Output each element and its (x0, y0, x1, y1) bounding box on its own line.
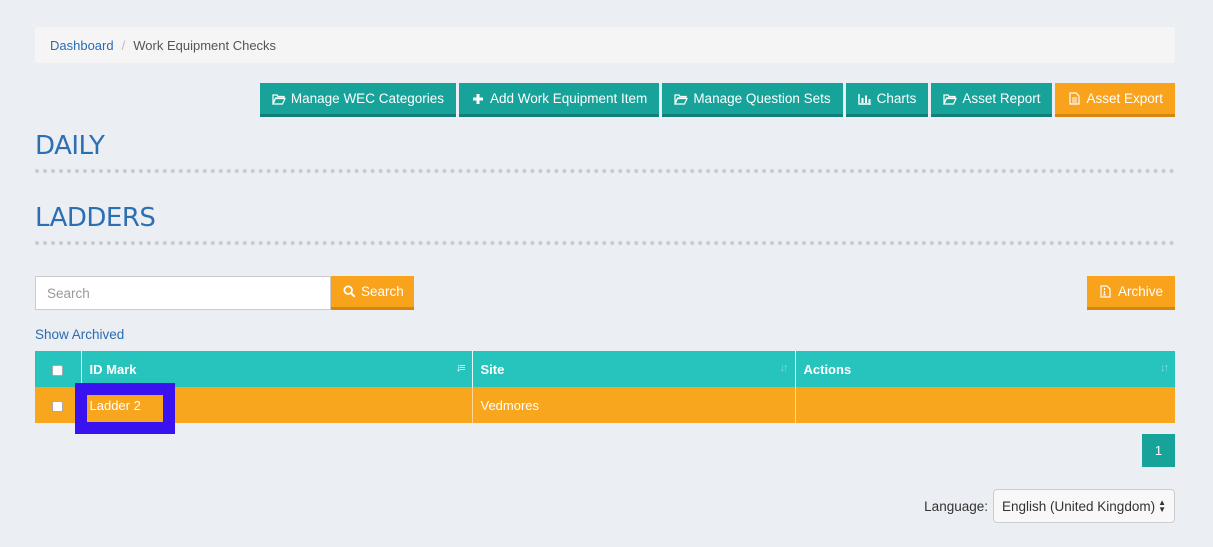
search-input[interactable] (35, 276, 331, 310)
section-title-ladders: LADDERS (35, 203, 156, 233)
plus-icon (471, 92, 485, 106)
manage-wec-categories-button[interactable]: Manage WEC Categories (259, 83, 456, 117)
folder-open-icon (271, 92, 286, 106)
file-archive-icon (1099, 285, 1113, 299)
charts-label: Charts (876, 91, 917, 106)
column-header-label: Site (480, 361, 505, 377)
sort-icon: ↓↑ (779, 362, 789, 374)
section-divider (35, 241, 1175, 245)
breadcrumb: Dashboard / Work Equipment Checks (35, 27, 1175, 63)
column-header-label: ID Mark (89, 361, 137, 377)
file-text-icon (1067, 92, 1081, 106)
search-button-label: Search (361, 284, 404, 299)
manage-wec-categories-label: Manage WEC Categories (290, 91, 444, 106)
row-checkbox[interactable] (52, 400, 64, 412)
select-all-header (35, 351, 82, 387)
folder-open-icon (674, 92, 689, 106)
language-label: Language: (924, 498, 988, 514)
ladders-table: ID Mark ↓≡ Site ↓↑ Actions ↓↑ Ladder 2 V… (35, 351, 1175, 423)
section-divider (35, 169, 1175, 173)
language-select[interactable]: English (United Kingdom) ▲ ▼ (993, 489, 1175, 523)
search-button[interactable]: Search (331, 276, 414, 310)
cell-actions (795, 387, 1175, 423)
column-header-id-mark[interactable]: ID Mark ↓≡ (81, 351, 473, 387)
archive-button-label: Archive (1117, 284, 1163, 299)
breadcrumb-separator: / (121, 37, 126, 53)
add-work-equipment-item-label: Add Work Equipment Item (489, 91, 648, 106)
breadcrumb-dashboard-link[interactable]: Dashboard (50, 38, 114, 53)
sort-icon: ↓↑ (1160, 362, 1169, 374)
language-selected-value: English (United Kingdom) (1002, 498, 1156, 514)
column-header-site[interactable]: Site ↓↑ (472, 351, 796, 387)
folder-open-icon (943, 92, 958, 106)
cell-site: Vedmores (472, 387, 796, 423)
search-icon (343, 285, 356, 299)
section-title-daily: DAILY (35, 131, 105, 161)
table-header-row: ID Mark ↓≡ Site ↓↑ Actions ↓↑ (35, 351, 1175, 387)
manage-question-sets-label: Manage Question Sets (693, 91, 831, 106)
row-select-cell (35, 387, 82, 423)
toolbar: Manage WEC Categories Add Work Equipment… (259, 83, 1175, 117)
select-all-checkbox[interactable] (52, 364, 64, 376)
column-header-label: Actions (803, 361, 852, 377)
language-selector: Language: English (United Kingdom) ▲ ▼ (924, 489, 1175, 523)
asset-report-button[interactable]: Asset Report (931, 83, 1053, 117)
asset-report-label: Asset Report (962, 91, 1041, 106)
breadcrumb-current: Work Equipment Checks (133, 37, 277, 53)
show-archived-link[interactable]: Show Archived (35, 327, 124, 342)
manage-question-sets-button[interactable]: Manage Question Sets (662, 83, 843, 117)
table-row[interactable]: Ladder 2 Vedmores (35, 387, 1175, 423)
column-header-actions[interactable]: Actions ↓↑ (795, 351, 1175, 387)
pagination-page-button[interactable]: 1 (1142, 434, 1175, 467)
search-bar: Search (35, 276, 414, 310)
asset-export-button[interactable]: Asset Export (1055, 83, 1175, 117)
sort-ascending-icon: ↓≡ (455, 362, 466, 374)
cell-id-mark[interactable]: Ladder 2 (81, 387, 473, 423)
bar-chart-icon (857, 92, 872, 106)
select-arrows-icon: ▲ ▼ (1158, 498, 1166, 514)
add-work-equipment-item-button[interactable]: Add Work Equipment Item (458, 83, 660, 117)
charts-button[interactable]: Charts (845, 83, 929, 117)
archive-button[interactable]: Archive (1086, 276, 1175, 310)
asset-export-label: Asset Export (1086, 91, 1163, 106)
